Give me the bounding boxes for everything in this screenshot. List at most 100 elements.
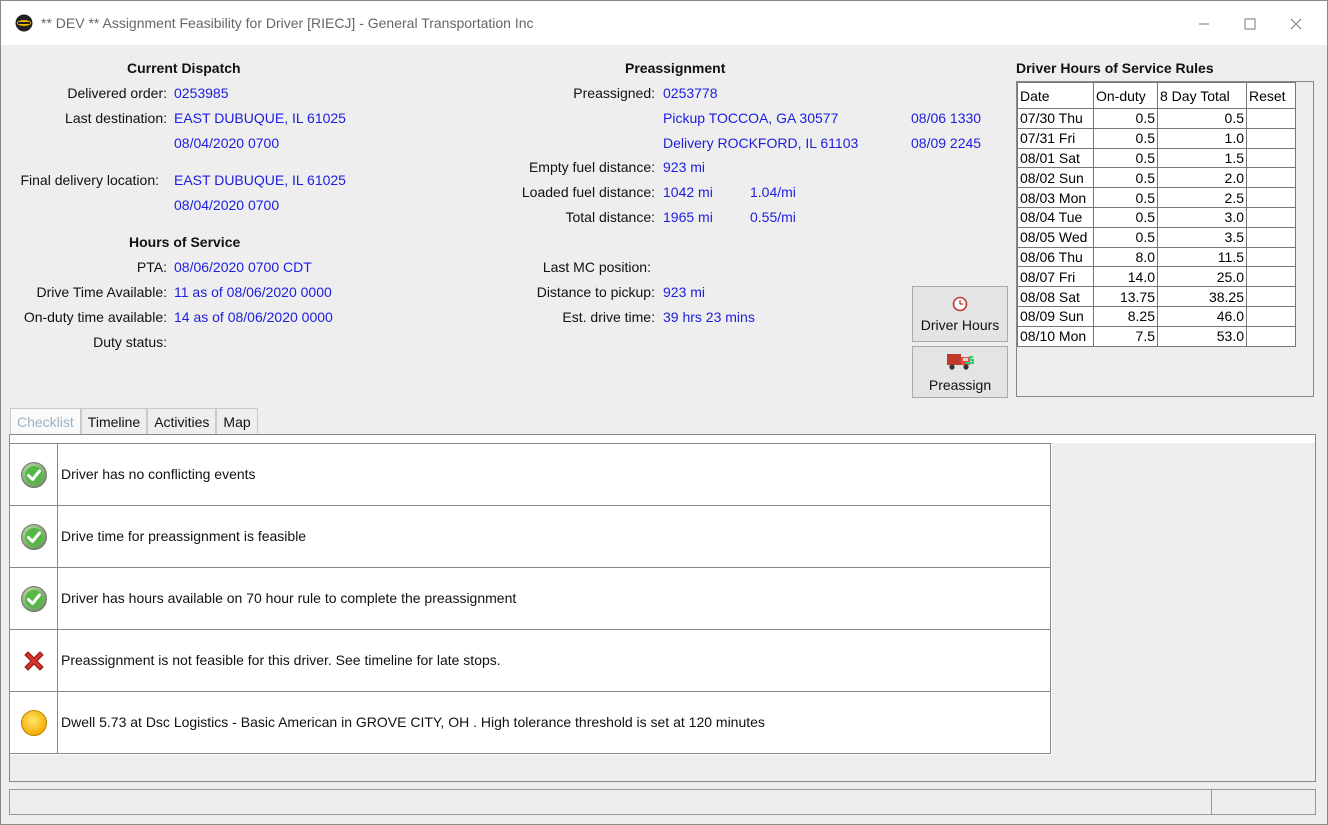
minimize-button[interactable]: [1181, 9, 1227, 39]
final-delivery-time: 08/04/2020 0700: [174, 197, 280, 213]
close-button[interactable]: [1273, 9, 1319, 39]
hos-cell: 08/08 Sat: [1017, 286, 1094, 307]
tab-timeline[interactable]: Timeline: [80, 408, 148, 434]
close-icon: [1290, 18, 1302, 30]
hos-row: 08/07 Fri 14.0 25.0: [1017, 266, 1296, 288]
delivered-order-label: Delivered order:: [67, 85, 167, 101]
hos-row: 08/02 Sun 0.5 2.0: [1017, 167, 1296, 189]
checklist-row[interactable]: Drive time for preassignment is feasible: [10, 506, 1051, 568]
hos-cell: [1246, 266, 1296, 288]
hos-cell: 08/06 Thu: [1017, 246, 1094, 268]
hos-cell: 08/09 Sun: [1017, 305, 1094, 327]
empty-fuel-label: Empty fuel distance:: [528, 159, 655, 175]
driver-hours-label: Driver Hours: [920, 316, 1000, 333]
green-check-icon: [10, 506, 58, 567]
hos-cell: 08/01 Sat: [1017, 147, 1094, 169]
hos-cell: 2.5: [1157, 187, 1247, 208]
tab-activities[interactable]: Activities: [147, 408, 217, 434]
hos-col-header: On-duty: [1093, 82, 1158, 109]
status-bar-section: [1211, 790, 1315, 814]
truck-icon: [947, 354, 974, 370]
hos-cell: 3.5: [1157, 226, 1247, 248]
delivery-time: 08/09 2245: [911, 135, 982, 151]
checklist-text: Driver has no conflicting events: [61, 466, 256, 482]
checklist-row[interactable]: Driver has hours available on 70 hour ru…: [10, 568, 1051, 630]
hos-cell: 08/02 Sun: [1017, 167, 1094, 189]
empty-fuel-value: 923 mi: [663, 159, 706, 175]
preassign-button[interactable]: Preassign: [912, 346, 1008, 398]
hos-row: 08/09 Sun 8.25 46.0: [1017, 305, 1296, 327]
pta-value: 08/06/2020 0700 CDT: [174, 259, 312, 275]
hos-cell: 8.0: [1093, 246, 1158, 268]
loaded-rate-value: 1.04/mi: [750, 184, 796, 200]
hos-cell: [1246, 167, 1296, 189]
onduty-time-label: On-duty time available:: [23, 309, 167, 325]
total-rate-value: 0.55/mi: [750, 209, 796, 225]
hos-cell: [1246, 108, 1296, 129]
hos-cell: 14.0: [1093, 266, 1158, 288]
last-destination-label: Last destination:: [65, 110, 167, 126]
total-distance-value: 1965 mi: [663, 209, 713, 225]
checklist-row[interactable]: Dwell 5.73 at Dsc Logistics - Basic Amer…: [10, 692, 1051, 754]
hos-cell: 0.5: [1157, 108, 1247, 129]
hos-cell: 38.25: [1157, 286, 1247, 307]
hos-cell: 0.5: [1093, 147, 1158, 169]
hos-cell: 08/05 Wed: [1017, 226, 1094, 248]
hos-row: 08/08 Sat 13.75 38.25: [1017, 286, 1296, 307]
checklist-row[interactable]: Driver has no conflicting events: [10, 444, 1051, 506]
hos-cell: 0.5: [1093, 127, 1158, 149]
preassignment-header: Preassignment: [625, 60, 726, 76]
hos-cell: [1246, 325, 1296, 347]
yellow-circle-icon: [10, 692, 58, 753]
hos-cell: [1246, 206, 1296, 228]
last-destination-time: 08/04/2020 0700: [174, 135, 280, 151]
distance-to-pickup-value: 923 mi: [663, 284, 706, 300]
hos-row: 08/01 Sat 0.5 1.5: [1017, 147, 1296, 169]
total-distance-label: Total distance:: [565, 209, 656, 225]
hos-rules-header: Driver Hours of Service Rules: [1016, 60, 1214, 76]
hos-cell: [1246, 127, 1296, 149]
hos-row: 08/06 Thu 8.0 11.5: [1017, 246, 1296, 268]
last-mc-position-label: Last MC position:: [542, 259, 651, 275]
hos-cell: 7.5: [1093, 325, 1158, 347]
hos-cell: 53.0: [1157, 325, 1247, 347]
tab-map[interactable]: Map: [216, 408, 258, 434]
onduty-time-value: 14 as of 08/06/2020 0000: [174, 309, 333, 325]
last-destination-value: EAST DUBUQUE, IL 61025: [174, 110, 346, 126]
maximize-button[interactable]: [1227, 9, 1273, 39]
final-delivery-label: Final delivery location:: [20, 172, 159, 188]
hos-cell: [1246, 246, 1296, 268]
panel-background: [1052, 443, 1315, 781]
hos-cell: 8.25: [1093, 305, 1158, 327]
green-check-icon: [10, 568, 58, 629]
distance-to-pickup-label: Distance to pickup:: [536, 284, 655, 300]
hos-col-header: Date: [1017, 82, 1094, 109]
hos-cell: 0.5: [1093, 108, 1158, 129]
preassigned-label: Preassigned:: [573, 85, 655, 101]
hos-row: 08/04 Tue 0.5 3.0: [1017, 206, 1296, 228]
driver-hours-button[interactable]: Driver Hours: [912, 286, 1008, 342]
hos-cell: 08/03 Mon: [1017, 187, 1094, 208]
hos-col-header: Reset: [1246, 82, 1296, 109]
hos-cell: 07/30 Thu: [1017, 108, 1094, 129]
delivery-value: Delivery ROCKFORD, IL 61103: [663, 135, 859, 151]
red-x-icon: [10, 630, 58, 691]
checklist-text: Drive time for preassignment is feasible: [61, 528, 307, 544]
preassigned-value: 0253778: [663, 85, 718, 101]
window-title: ** DEV ** Assignment Feasibility for Dri…: [41, 15, 534, 31]
hos-cell: 0.5: [1093, 206, 1158, 228]
hos-cell: 0.5: [1093, 187, 1158, 208]
checklist-table: Driver has no conflicting events Drive ti…: [10, 443, 1051, 754]
hos-col-header: 8 Day Total: [1157, 82, 1247, 109]
hos-cell: 07/31 Fri: [1017, 127, 1094, 149]
checklist-row[interactable]: Preassignment is not feasible for this d…: [10, 630, 1051, 692]
loaded-fuel-value: 1042 mi: [663, 184, 713, 200]
tab-checklist[interactable]: Checklist: [10, 408, 81, 434]
minimize-icon: [1199, 23, 1209, 25]
hos-cell: 0.5: [1093, 226, 1158, 248]
app-window: ** DEV ** Assignment Feasibility for Dri…: [0, 0, 1328, 825]
hos-cell: 13.75: [1093, 286, 1158, 307]
hours-of-service-header: Hours of Service: [129, 234, 241, 250]
maximize-icon: [1244, 18, 1256, 30]
hos-cell: [1246, 147, 1296, 169]
